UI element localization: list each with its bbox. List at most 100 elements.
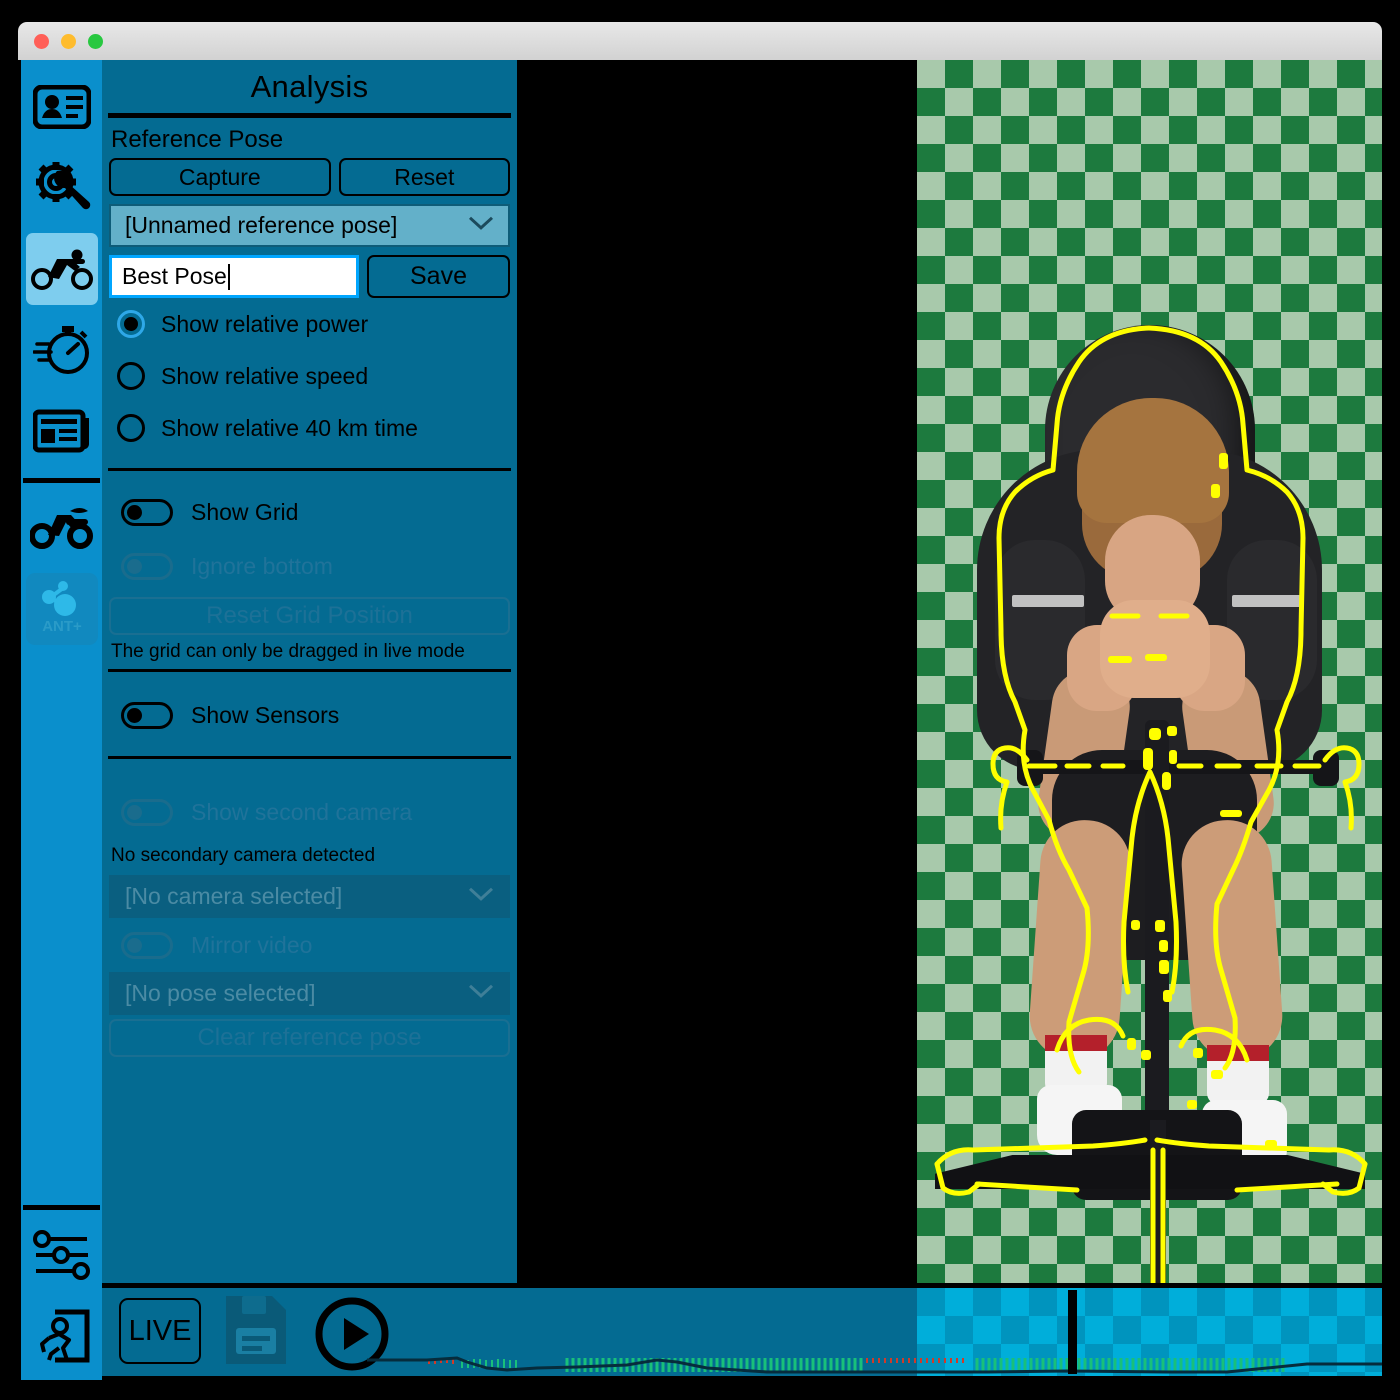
live-button[interactable]: LIVE [119,1298,201,1364]
jersey-logo-right [1232,595,1304,607]
camera-select-value: [No camera selected] [125,883,342,910]
analysis-panel: Analysis Reference Pose Capture Reset [U… [102,60,517,1283]
panel-title: Analysis [102,60,517,113]
sock-band-left [1045,1035,1107,1051]
sidebar-item-analysis[interactable] [21,228,102,309]
right-edge-mask [1382,0,1400,1400]
reference-pose-heading: Reference Pose [109,118,510,158]
cyclist-aero-icon [31,247,93,291]
toggle-label: Show Sensors [191,702,339,729]
toggle-show-sensors[interactable]: Show Sensors [109,688,510,742]
sidebar-item-timing[interactable] [21,309,102,390]
app-root: ANT+ [0,0,1400,1400]
exit-door-icon [33,1308,91,1364]
radio-show-relative-power[interactable]: Show relative power [109,298,510,350]
toggle-ignore-bottom[interactable]: Ignore bottom [109,539,510,593]
sliders-icon [33,1229,91,1281]
pose-name-value: Best Pose [122,263,227,290]
toggle-label: Show Grid [191,499,298,526]
trainer-post [1150,1120,1166,1283]
radio-indicator [117,414,145,442]
toggle-label: Mirror video [191,932,312,959]
handlebar-tip-right [1313,750,1339,786]
reference-pose-actions: Capture Reset [109,158,510,196]
newspaper-icon [33,408,91,454]
toggle-mirror-video[interactable]: Mirror video [109,918,510,972]
hands-center [1100,600,1210,698]
reset-grid-position-button[interactable]: Reset Grid Position [109,597,510,635]
cyclist-figure [917,60,1382,1283]
capture-button[interactable]: Capture [109,158,331,196]
radio-indicator [117,310,145,338]
pose-name-row: Best Pose Save [109,255,510,298]
gear-wrench-icon [33,159,91,217]
grid-hint: The grid can only be dragged in live mod… [109,635,510,669]
sidebar-item-exit[interactable] [21,1295,102,1376]
toggle-switch [121,553,173,580]
sidebar-rail: ANT+ [21,60,102,1380]
reset-button[interactable]: Reset [339,158,510,196]
chevron-down-icon [468,880,494,907]
timeline-playhead[interactable] [1068,1290,1077,1374]
toggle-show-grid[interactable]: Show Grid [109,485,510,539]
secondary-pose-select[interactable]: [No pose selected] [109,972,510,1015]
sidebar-item-profile[interactable] [21,66,102,147]
camera-select[interactable]: [No camera selected] [109,875,510,918]
toggle-switch [121,499,173,526]
window-titlebar [18,22,1382,60]
sidebar-item-rider[interactable] [21,487,102,568]
leg-right [1179,817,1286,1063]
radio-show-relative-40km-time[interactable]: Show relative 40 km time [109,402,510,454]
stopwatch-icon [33,323,91,377]
radio-label: Show relative 40 km time [161,415,418,442]
sidebar-divider-1 [23,478,100,483]
clear-reference-pose-button[interactable]: Clear reference pose [109,1019,510,1057]
sidebar-divider-2 [23,1205,100,1210]
secondary-pose-select-value: [No pose selected] [125,980,316,1007]
no-camera-hint: No secondary camera detected [109,839,510,873]
video-preview-panel[interactable] [917,60,1382,1283]
radio-indicator [117,362,145,390]
toggle-switch [121,799,173,826]
section-divider-2 [108,669,511,672]
radio-label: Show relative speed [161,363,368,390]
toggle-switch [121,932,173,959]
jersey-logo-left [1012,595,1084,607]
chevron-down-icon [468,977,494,1004]
minimize-button[interactable] [61,34,76,49]
playback-toolbar: LIVE [102,1288,1382,1376]
reference-pose-select[interactable]: [Unnamed reference pose] [109,204,510,247]
save-recording-button[interactable] [224,1294,288,1371]
toggle-switch [121,702,173,729]
cyclist-tt-icon [30,505,94,551]
floppy-disk-icon [224,1294,288,1366]
radio-label: Show relative power [161,311,368,338]
reference-pose-select-value: [Unnamed reference pose] [125,212,397,239]
text-caret [228,264,230,290]
sidebar-item-ant-plus[interactable]: ANT+ [21,568,102,649]
panel-body: Reference Pose Capture Reset [Unnamed re… [102,118,517,1057]
toggle-label: Ignore bottom [191,553,333,580]
sidebar-primary-group: ANT+ [21,60,102,649]
window-controls [34,34,103,49]
leg-left [1027,817,1134,1063]
toggle-show-second-camera[interactable]: Show second camera [109,785,510,839]
ant-plus-icon: ANT+ [32,579,92,639]
svg-text:ANT+: ANT+ [42,618,82,635]
chevron-down-icon [468,209,494,236]
sidebar-item-settings[interactable] [21,147,102,228]
radio-show-relative-speed[interactable]: Show relative speed [109,350,510,402]
sidebar-item-reports[interactable] [21,390,102,471]
close-button[interactable] [34,34,49,49]
save-button[interactable]: Save [367,255,510,298]
maximize-button[interactable] [88,34,103,49]
relative-metric-radio-group: Show relative power Show relative speed … [109,298,510,454]
toggle-label: Show second camera [191,799,412,826]
id-card-icon [33,85,91,129]
pose-name-input[interactable]: Best Pose [109,255,359,298]
bike-steerer [1145,720,1169,1160]
handlebar-tip-left [1017,750,1043,786]
sidebar-item-sliders[interactable] [21,1214,102,1295]
timeline-waveform[interactable] [367,1288,1382,1376]
sock-band-right [1207,1045,1269,1061]
